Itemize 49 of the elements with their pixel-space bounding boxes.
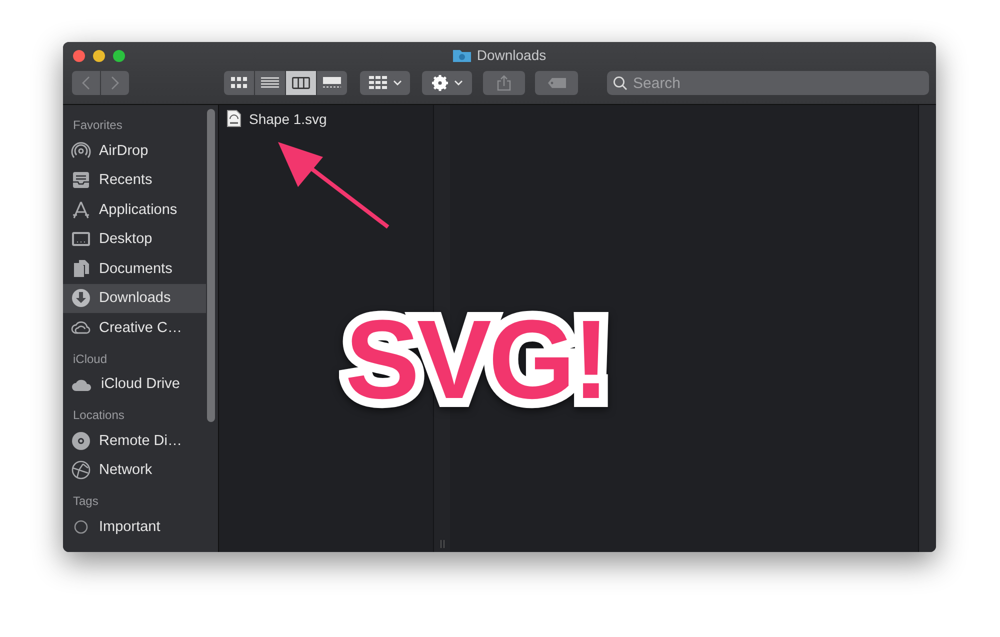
action-button[interactable] [422, 71, 472, 95]
grid-icon [368, 76, 386, 90]
gallery-view-icon [323, 77, 341, 89]
sidebar-item[interactable]: Remote Di… [63, 426, 206, 456]
view-mode-button[interactable] [317, 71, 347, 95]
scrollbar-thumb[interactable] [207, 109, 215, 422]
minimize-button[interactable] [93, 50, 105, 62]
sidebar-item[interactable]: Network [63, 456, 206, 485]
sidebar-item[interactable]: AirDrop [63, 136, 206, 166]
chevron-right-icon [111, 76, 119, 90]
sidebar-item[interactable]: Applications [63, 195, 206, 224]
section-heading: Favorites [72, 117, 124, 134]
section-heading: iCloud [72, 350, 108, 368]
disc-icon [71, 430, 91, 451]
documents-icon [71, 258, 91, 279]
sidebar-item[interactable]: Downloads [63, 284, 206, 313]
download-icon [71, 288, 91, 308]
caret-icon [454, 80, 462, 86]
sidebar-item[interactable]: Recents [63, 166, 206, 195]
column-view-icon [292, 77, 310, 89]
sidebar-item[interactable]: Documents [63, 254, 206, 284]
resize-handle-icon [440, 540, 444, 548]
zoom-button[interactable] [113, 50, 125, 62]
sidebar-item[interactable]: iCloud Drive [63, 370, 206, 399]
chevron-left-icon [82, 76, 90, 90]
file-item[interactable]: Shape 1.svg [227, 110, 433, 127]
view-mode-button[interactable] [255, 71, 285, 95]
close-button[interactable] [73, 50, 85, 62]
gear-icon [432, 75, 448, 91]
search-field[interactable]: Search [607, 71, 929, 95]
svg-file-icon [227, 110, 241, 127]
window-title: Downloads [476, 47, 546, 63]
sidebar-item[interactable]: Desktop [63, 224, 206, 254]
sidebar-item[interactable]: Creative C… [63, 313, 206, 342]
sidebar-item[interactable]: Important [63, 512, 206, 542]
arrange-button[interactable] [360, 71, 410, 95]
globe-icon [71, 460, 91, 480]
icon-view-icon [231, 77, 247, 89]
caret-icon [392, 80, 402, 86]
list-view-icon [261, 77, 279, 89]
section-heading: Tags [72, 493, 100, 510]
applications-icon [71, 200, 91, 220]
share-icon [497, 75, 511, 91]
view-mode-button[interactable] [224, 71, 254, 95]
tray-icon [71, 170, 91, 190]
folder-icon [452, 48, 471, 62]
tag-icon [548, 78, 566, 88]
view-mode-button[interactable] [286, 71, 316, 95]
section-heading: Locations [72, 407, 126, 424]
